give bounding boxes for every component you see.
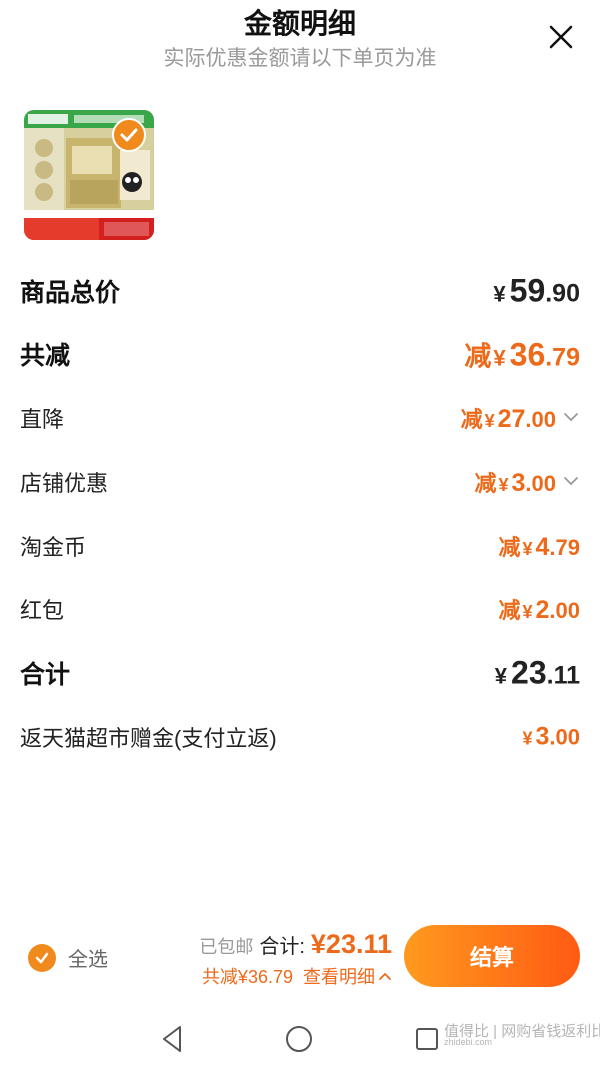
amount-integer: 23	[511, 654, 547, 691]
checkbox-checked-icon[interactable]	[28, 943, 56, 972]
amount-integer: 3	[535, 722, 550, 751]
checkout-bar: 全选 已包邮 合计: ¥23.11 共减¥36.79 查看明细 结算	[0, 915, 600, 1010]
view-detail-link[interactable]: 查看明细	[303, 963, 392, 989]
system-nav-bar: 值得比 | 网购省钱返利比 zhidebi.com	[0, 1010, 600, 1072]
row-label: 合计	[20, 661, 71, 689]
amount-integer: 36	[509, 336, 546, 373]
select-all-label: 全选	[68, 949, 108, 971]
amount-integer: 59	[509, 272, 546, 309]
yen-symbol: ¥	[493, 281, 506, 307]
amount-decimal: .00	[549, 724, 580, 750]
row-cashback: 返天猫超市赠金(支付立返) ¥ 3 .00	[20, 712, 580, 762]
recent-apps-square-icon[interactable]	[414, 1026, 440, 1052]
amount-integer: 27	[497, 405, 526, 433]
row-amount: ¥ 23 .11	[495, 655, 580, 692]
row-taojinbi: 淘金币 减 ¥ 4 .79	[20, 521, 580, 571]
amount-decimal: .79	[545, 343, 580, 372]
reduction-summary: 共减¥36.79 查看明细	[202, 963, 392, 989]
row-amount: ¥ 59 .90	[493, 273, 580, 310]
yen-symbol: ¥	[522, 728, 533, 749]
row-red-packet: 红包 减 ¥ 2 .00	[20, 584, 580, 634]
row-label: 商品总价	[20, 279, 121, 307]
amount-decimal: .00	[525, 471, 556, 496]
select-all-toggle[interactable]: 全选	[28, 943, 108, 972]
row-label: 店铺优惠	[20, 471, 109, 496]
row-store-discount[interactable]: 店铺优惠 减 ¥ 3 .00	[20, 457, 580, 507]
row-total-price: 商品总价 ¥ 59 .90	[20, 266, 580, 316]
reduce-prefix: 减	[474, 471, 497, 496]
free-shipping-text: 已包邮	[199, 937, 254, 957]
yen-symbol: ¥	[493, 345, 506, 371]
home-circle-icon[interactable]	[284, 1024, 314, 1054]
row-label: 共减	[20, 342, 71, 370]
yen-symbol: ¥	[522, 539, 533, 559]
page-subtitle: 实际优惠金额请以下单页为准	[163, 47, 437, 70]
watermark: 值得比 | 网购省钱返利比 zhidebi.com	[444, 1020, 600, 1047]
header: 金额明细 实际优惠金额请以下单页为准	[0, 0, 600, 80]
amount-decimal: .11	[546, 661, 580, 690]
reduce-prefix: 减	[464, 341, 492, 372]
row-subtotal: 合计 ¥ 23 .11	[20, 648, 580, 698]
amount-integer: 3	[511, 469, 526, 497]
yen-symbol: ¥	[498, 475, 509, 495]
page-title: 金额明细	[243, 8, 356, 39]
product-image	[24, 110, 154, 240]
row-amount: ¥ 3 .00	[522, 723, 580, 752]
row-label: 直降	[20, 407, 65, 432]
yen-symbol: ¥	[494, 663, 508, 689]
reduce-prefix: 减	[498, 535, 521, 560]
row-amount: 减 ¥ 27 .00	[461, 402, 580, 434]
total-value: ¥23.11	[310, 929, 392, 959]
amount-integer: 2	[535, 596, 550, 624]
row-amount: 减 ¥ 4 .79	[498, 530, 580, 562]
row-label: 返天猫超市赠金(支付立返)	[20, 726, 277, 751]
yen-symbol: ¥	[484, 411, 495, 431]
chevron-up-icon	[379, 972, 391, 980]
amount-decimal: .00	[525, 407, 556, 432]
back-triangle-icon[interactable]	[158, 1024, 186, 1054]
reduce-prefix: 减	[498, 598, 521, 623]
close-icon[interactable]	[546, 22, 576, 52]
row-amount: 减 ¥ 36 .79	[464, 335, 580, 374]
total-label: 合计:	[259, 936, 305, 958]
row-amount: 减 ¥ 3 .00	[474, 466, 580, 498]
row-label: 淘金币	[20, 535, 87, 560]
chevron-down-icon[interactable]	[562, 475, 580, 487]
chevron-down-icon[interactable]	[562, 411, 580, 423]
row-amount: 减 ¥ 2 .00	[498, 593, 580, 625]
row-direct-discount[interactable]: 直降 减 ¥ 27 .00	[20, 393, 580, 443]
amount-decimal: .90	[545, 279, 580, 308]
reduce-prefix: 减	[460, 407, 483, 432]
amount-decimal: .79	[549, 535, 580, 560]
checkout-button[interactable]: 结算	[404, 925, 580, 987]
total-summary: 已包邮 合计: ¥23.11	[199, 929, 392, 960]
row-label: 红包	[20, 598, 65, 623]
yen-symbol: ¥	[522, 602, 533, 622]
row-total-reduction: 共减 减 ¥ 36 .79	[20, 329, 580, 379]
reduced-text: 共减¥36.79	[201, 967, 293, 987]
selected-check-icon	[112, 118, 146, 152]
amount-integer: 4	[535, 533, 550, 561]
amount-decimal: .00	[549, 598, 580, 623]
view-detail-label: 查看明细	[303, 967, 375, 987]
